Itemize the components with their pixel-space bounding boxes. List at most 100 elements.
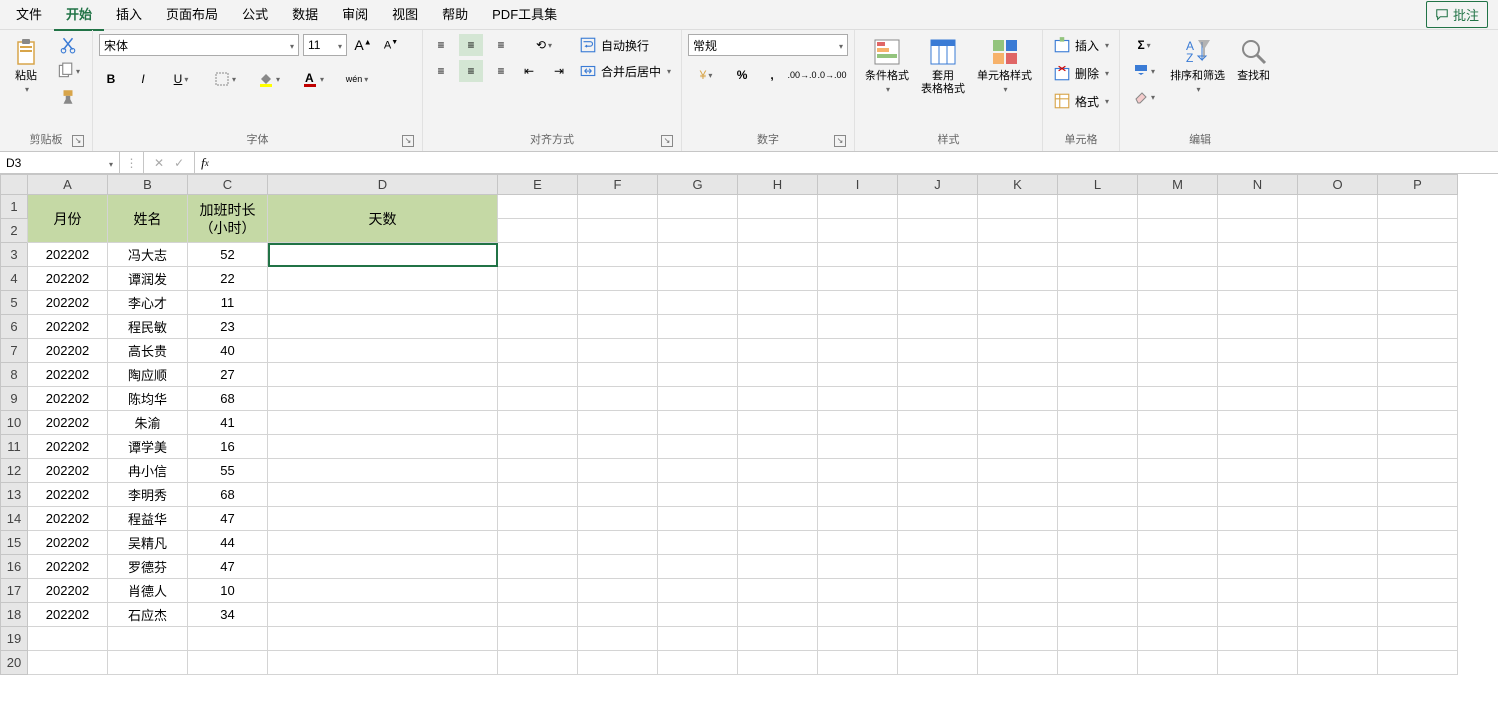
cell-I19[interactable] [818,627,898,651]
cell-I20[interactable] [818,651,898,675]
cell-D16[interactable] [268,555,498,579]
cell-L3[interactable] [1058,243,1138,267]
cell-C16[interactable]: 47 [188,555,268,579]
menu-item-0[interactable]: 文件 [4,0,54,31]
cell-M1[interactable] [1138,195,1218,219]
cell-E6[interactable] [498,315,578,339]
cell-A3[interactable]: 202202 [28,243,108,267]
cell-G7[interactable] [658,339,738,363]
format-painter-button[interactable] [56,86,80,108]
cut-button[interactable] [56,34,80,56]
menu-item-9[interactable]: PDF工具集 [480,0,569,31]
cell-N3[interactable] [1218,243,1298,267]
cell-L16[interactable] [1058,555,1138,579]
font-name-select[interactable]: 宋体 [99,34,299,56]
cell-O15[interactable] [1298,531,1378,555]
cell-I2[interactable] [818,219,898,243]
cell-N8[interactable] [1218,363,1298,387]
row-header-3[interactable]: 3 [1,243,28,267]
cell-P12[interactable] [1378,459,1458,483]
cell-F9[interactable] [578,387,658,411]
cell-E1[interactable] [498,195,578,219]
cell-P5[interactable] [1378,291,1458,315]
row-header-6[interactable]: 6 [1,315,28,339]
phonetic-button[interactable]: wén [339,68,375,90]
fill-button[interactable] [1126,60,1162,82]
menu-item-6[interactable]: 审阅 [330,0,380,31]
cell-D5[interactable] [268,291,498,315]
menu-item-5[interactable]: 数据 [280,0,330,31]
cell-K19[interactable] [978,627,1058,651]
paste-button[interactable]: 粘贴 [6,34,46,98]
cell-D7[interactable] [268,339,498,363]
cell-J16[interactable] [898,555,978,579]
cell-E13[interactable] [498,483,578,507]
cell-G5[interactable] [658,291,738,315]
cell-F4[interactable] [578,267,658,291]
row-header-5[interactable]: 5 [1,291,28,315]
row-header-8[interactable]: 8 [1,363,28,387]
cell-J14[interactable] [898,507,978,531]
cell-H11[interactable] [738,435,818,459]
cell-H16[interactable] [738,555,818,579]
column-header-K[interactable]: K [978,175,1058,195]
cell-N10[interactable] [1218,411,1298,435]
column-header-N[interactable]: N [1218,175,1298,195]
cell-I10[interactable] [818,411,898,435]
cell-G12[interactable] [658,459,738,483]
cell-H7[interactable] [738,339,818,363]
menu-item-4[interactable]: 公式 [230,0,280,31]
insert-cells-button[interactable]: 插入 [1049,34,1113,56]
menu-item-2[interactable]: 插入 [104,0,154,31]
cell-C20[interactable] [188,651,268,675]
row-header-20[interactable]: 20 [1,651,28,675]
cell-B10[interactable]: 朱渝 [108,411,188,435]
cell-B20[interactable] [108,651,188,675]
cell-K12[interactable] [978,459,1058,483]
cell-N4[interactable] [1218,267,1298,291]
cell-P16[interactable] [1378,555,1458,579]
cell-L1[interactable] [1058,195,1138,219]
cell-O17[interactable] [1298,579,1378,603]
cell-J17[interactable] [898,579,978,603]
cell-A16[interactable]: 202202 [28,555,108,579]
cell-H20[interactable] [738,651,818,675]
cell-E12[interactable] [498,459,578,483]
cell-D13[interactable] [268,483,498,507]
cell-K2[interactable] [978,219,1058,243]
column-header-I[interactable]: I [818,175,898,195]
cell-B17[interactable]: 肖德人 [108,579,188,603]
cell-E19[interactable] [498,627,578,651]
cancel-formula-button[interactable]: ✕ [154,156,164,170]
cell-G15[interactable] [658,531,738,555]
cell-N1[interactable] [1218,195,1298,219]
cell-E5[interactable] [498,291,578,315]
cell-C7[interactable]: 40 [188,339,268,363]
align-top-button[interactable]: ≡ [429,34,453,56]
increase-indent-button[interactable]: ⇥ [547,60,571,82]
cell-A13[interactable]: 202202 [28,483,108,507]
cell-P1[interactable] [1378,195,1458,219]
cell-H15[interactable] [738,531,818,555]
cell-D9[interactable] [268,387,498,411]
cell-O20[interactable] [1298,651,1378,675]
cell-O13[interactable] [1298,483,1378,507]
cell-D11[interactable] [268,435,498,459]
wrap-text-button[interactable]: 自动换行 [575,34,653,56]
cell-M6[interactable] [1138,315,1218,339]
fx-icon[interactable]: fx [195,152,215,173]
cell-I7[interactable] [818,339,898,363]
cell-K13[interactable] [978,483,1058,507]
cell-I12[interactable] [818,459,898,483]
cell-F11[interactable] [578,435,658,459]
cell-J13[interactable] [898,483,978,507]
cell-K20[interactable] [978,651,1058,675]
table-format-button[interactable]: 套用 表格格式 [917,34,969,98]
cell-I11[interactable] [818,435,898,459]
cell-H9[interactable] [738,387,818,411]
cell-H10[interactable] [738,411,818,435]
cell-J2[interactable] [898,219,978,243]
cell-C17[interactable]: 10 [188,579,268,603]
cell-C8[interactable]: 27 [188,363,268,387]
cell-G1[interactable] [658,195,738,219]
